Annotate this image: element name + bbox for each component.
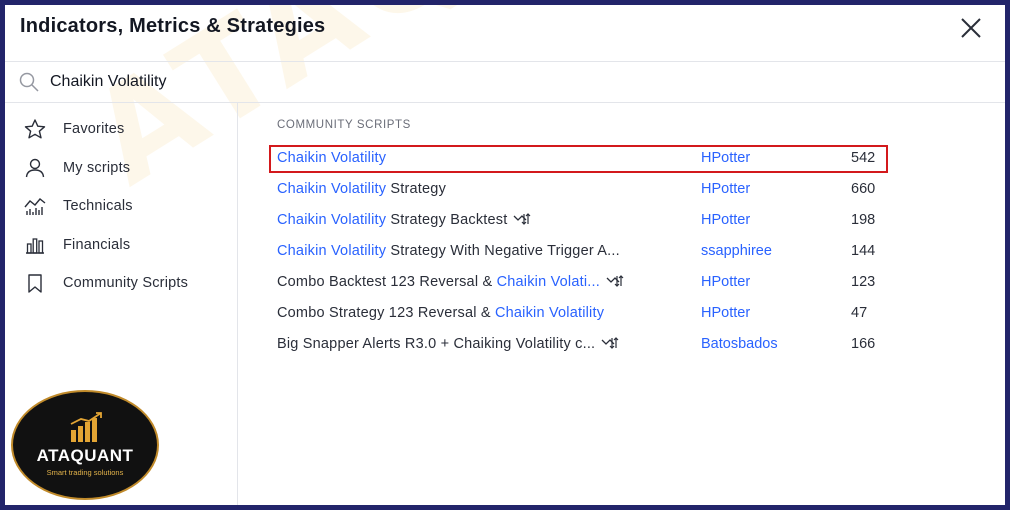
script-name: Chaikin Volatility Strategy With Negativ… (277, 243, 620, 259)
script-row[interactable]: Combo Backtest 123 Reversal & Chaikin Vo… (269, 269, 889, 297)
script-count: 542 (851, 150, 876, 166)
sidebar-item-label: Community Scripts (63, 275, 189, 291)
script-name: Big Snapper Alerts R3.0 + Chaiking Volat… (277, 336, 677, 352)
script-count: 47 (851, 305, 868, 321)
technicals-chart-icon (23, 195, 47, 217)
close-icon[interactable] (958, 15, 984, 41)
logo-name: ATAQUANT (36, 446, 134, 465)
script-author[interactable]: HPotter (701, 274, 750, 290)
search-icon (18, 71, 40, 93)
script-count: 660 (851, 181, 876, 197)
dialog-title: Indicators, Metrics & Strategies (20, 15, 326, 37)
script-count: 166 (851, 336, 876, 352)
script-count: 198 (851, 212, 876, 228)
script-author[interactable]: Batosbados (701, 336, 778, 352)
sidebar-item-label: My scripts (63, 160, 131, 176)
section-title: COMMUNITY SCRIPTS (277, 119, 411, 131)
sidebar-item-financials[interactable]: Financials (5, 227, 238, 263)
script-row[interactable]: Big Snapper Alerts R3.0 + Chaiking Volat… (269, 331, 889, 359)
script-name: Chaikin Volatility Strategy (277, 181, 447, 197)
sidebar-item-label: Favorites (63, 121, 125, 137)
bookmark-icon (23, 272, 47, 294)
script-name: Combo Backtest 123 Reversal & Chaikin Vo… (277, 274, 677, 290)
script-name: Chaikin Volatility Strategy Backtest (277, 212, 677, 228)
strategy-icon (606, 274, 624, 288)
sidebar-item-label: Financials (63, 237, 131, 253)
search-input[interactable] (50, 69, 550, 95)
script-author[interactable]: ssapphiree (701, 243, 772, 259)
logo-bars-icon (69, 412, 105, 444)
script-row[interactable]: Chaikin Volatility Strategy Backtest HPo… (269, 207, 889, 235)
results-panel: COMMUNITY SCRIPTS Chaikin Volatility HPo… (239, 103, 1005, 505)
script-row[interactable]: Chaikin Volatility Strategy With Negativ… (269, 238, 889, 266)
strategy-icon (513, 212, 531, 226)
script-name: Combo Strategy 123 Reversal & Chaikin Vo… (277, 305, 605, 321)
sidebar-item-technicals[interactable]: Technicals (5, 188, 238, 224)
search-bar (5, 62, 1005, 103)
sidebar-item-label: Technicals (63, 198, 133, 214)
script-author[interactable]: HPotter (701, 212, 750, 228)
script-count: 123 (851, 274, 876, 290)
logo-tagline: Smart trading solutions (46, 468, 124, 477)
indicators-dialog: ATAQUANT Indicators, Metrics & Strategie… (5, 5, 1005, 505)
star-icon (23, 118, 47, 140)
sidebar-item-community-scripts[interactable]: Community Scripts (5, 265, 238, 301)
sidebar-item-favorites[interactable]: Favorites (5, 111, 238, 147)
strategy-icon (601, 336, 619, 350)
script-count: 144 (851, 243, 876, 259)
script-row[interactable]: Chaikin Volatility Strategy HPotter 660 (269, 176, 889, 204)
script-author[interactable]: HPotter (701, 305, 750, 321)
script-name: Chaikin Volatility (277, 150, 387, 166)
script-author[interactable]: HPotter (701, 150, 750, 166)
sidebar-item-my-scripts[interactable]: My scripts (5, 150, 238, 186)
script-author[interactable]: HPotter (701, 181, 750, 197)
dialog-header: Indicators, Metrics & Strategies (5, 5, 1005, 62)
bar-chart-icon (23, 234, 47, 256)
script-row[interactable]: Combo Strategy 123 Reversal & Chaikin Vo… (269, 300, 889, 328)
ataquant-logo: ATAQUANT Smart trading solutions (11, 390, 159, 500)
script-row[interactable]: Chaikin Volatility HPotter 542 (269, 145, 889, 173)
user-icon (23, 157, 47, 179)
